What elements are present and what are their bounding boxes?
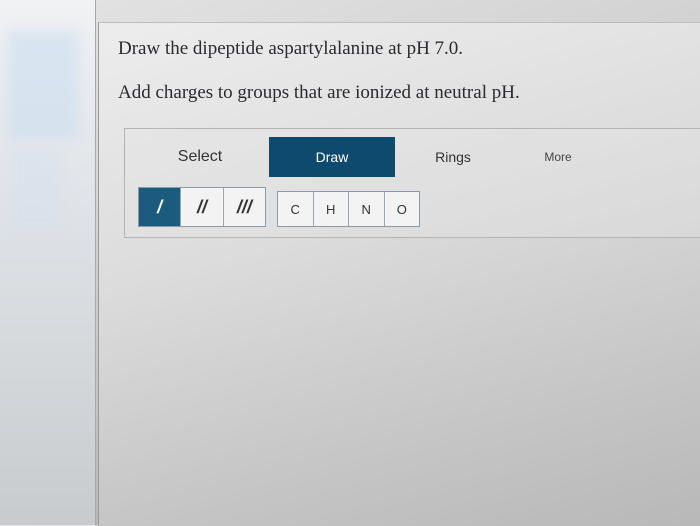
question-line-1: Draw the dipeptide aspartylalanine at pH… (118, 38, 464, 59)
question-line-2: Add charges to groups that are ionized a… (118, 82, 520, 103)
atom-hydrogen-button[interactable]: H (314, 192, 349, 226)
double-bond-icon: // (196, 196, 207, 217)
structure-editor[interactable]: Select Draw Rings More / // /// C H N O (124, 128, 700, 238)
atom-oxygen-button[interactable]: O (385, 192, 420, 226)
editor-tabs: Select Draw Rings More (125, 129, 700, 179)
atom-carbon-button[interactable]: C (278, 192, 314, 226)
single-bond-button[interactable]: / (139, 188, 182, 226)
glare-reflection (10, 150, 60, 230)
atom-nitrogen-button[interactable]: N (349, 192, 385, 226)
tab-more[interactable]: More (523, 137, 593, 177)
bond-tool-group: / // /// (138, 187, 266, 227)
glare-reflection (8, 30, 78, 140)
tab-select[interactable]: Select (155, 137, 245, 177)
atom-tool-group: C H N O (277, 191, 420, 227)
tab-rings[interactable]: Rings (415, 137, 491, 177)
triple-bond-icon: /// (236, 196, 252, 217)
single-bond-icon: / (157, 196, 163, 217)
screen-glare (0, 0, 96, 525)
double-bond-button[interactable]: // (181, 188, 224, 226)
triple-bond-button[interactable]: /// (224, 188, 265, 226)
tab-draw[interactable]: Draw (269, 137, 395, 177)
